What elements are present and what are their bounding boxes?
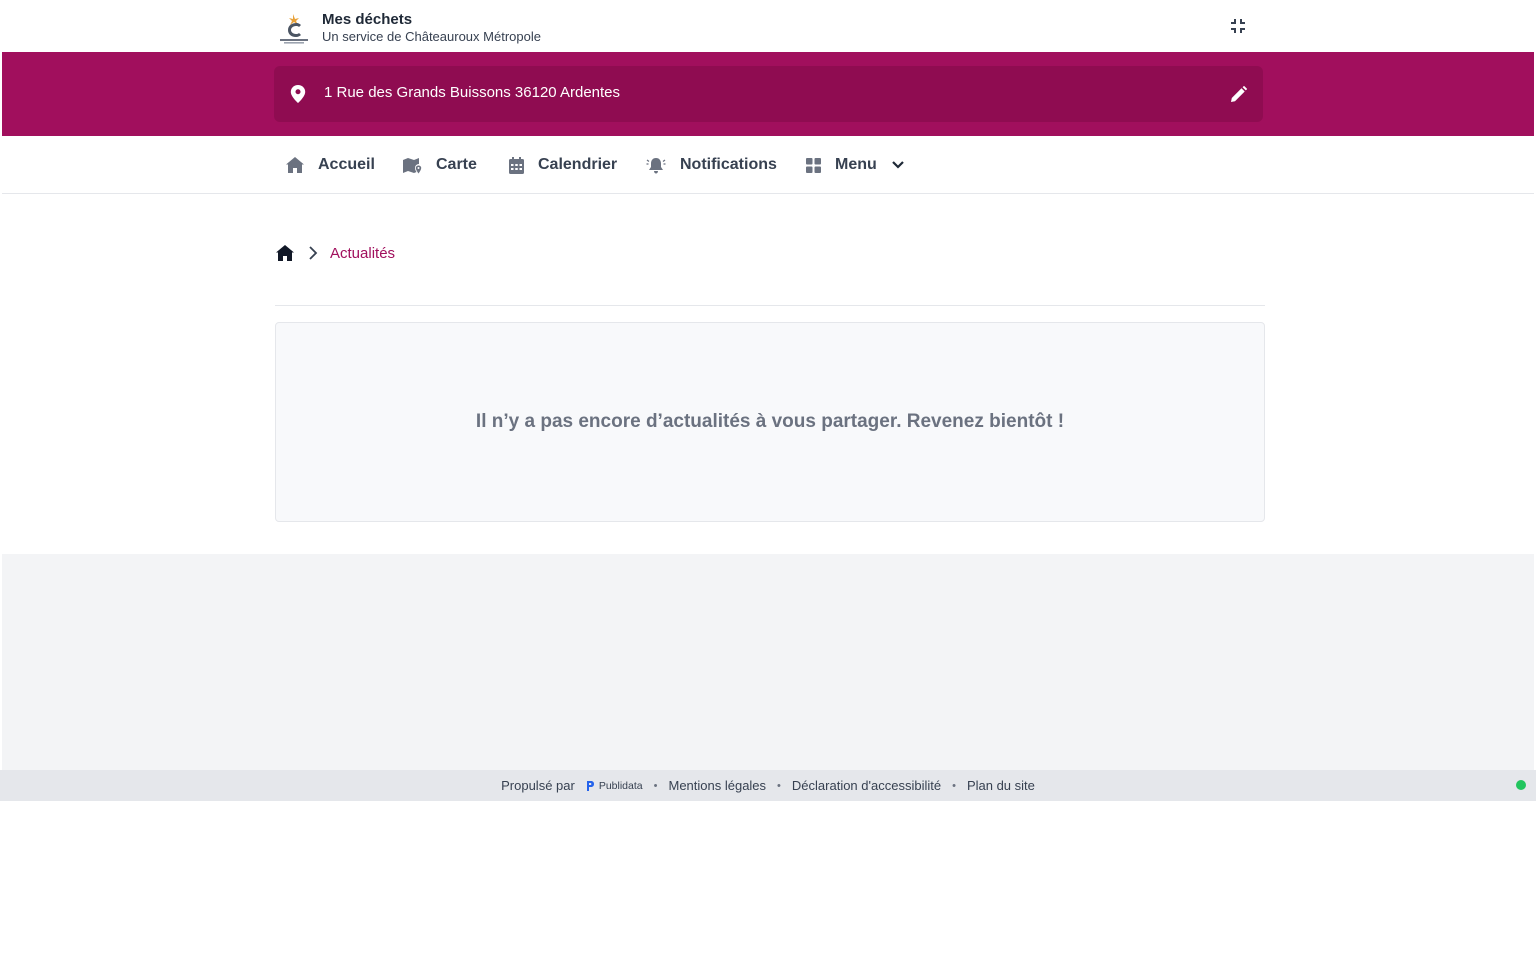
powered-by: Propulsé par Publidata	[501, 778, 643, 793]
home-icon[interactable]	[276, 244, 294, 262]
nav-item-carte[interactable]: Carte	[403, 136, 477, 194]
compress-icon	[1231, 19, 1245, 33]
bell-icon	[646, 157, 666, 173]
map-icon	[403, 157, 422, 173]
chateauroux-logo-icon[interactable]	[276, 10, 312, 46]
publidata-link[interactable]: Publidata	[585, 780, 643, 792]
legal-notice-link[interactable]: Mentions légales	[668, 778, 766, 793]
app-subtitle: Un service de Châteauroux Métropole	[322, 29, 541, 44]
location-pin-icon	[290, 85, 306, 103]
app-frame: Mes déchets Un service de Châteauroux Mé…	[2, 2, 1534, 770]
accessibility-link[interactable]: Déclaration d'accessibilité	[792, 778, 941, 793]
chevron-right-icon	[309, 246, 318, 260]
nav-label: Calendrier	[538, 156, 618, 173]
edit-address-button[interactable]	[1226, 82, 1250, 106]
breadcrumb-current: Actualités	[330, 244, 396, 262]
publidata-logo-icon	[586, 780, 594, 791]
empty-news-card: Il n’y a pas encore d’actualités à vous …	[275, 322, 1265, 522]
grid-icon	[806, 157, 821, 173]
nav-label: Carte	[436, 156, 477, 173]
home-icon	[286, 157, 304, 173]
nav-label: Notifications	[680, 156, 777, 173]
breadcrumb: Actualités	[276, 242, 395, 264]
address-selector[interactable]: 1 Rue des Grands Buissons 36120 Ardentes	[274, 66, 1263, 122]
nav-item-notifications[interactable]: Notifications	[646, 136, 777, 194]
powered-by-label: Propulsé par	[501, 778, 575, 793]
pencil-icon	[1230, 85, 1247, 102]
publidata-label: Publidata	[598, 779, 643, 792]
app-title: Mes déchets	[322, 11, 413, 28]
current-address: 1 Rue des Grands Buissons 36120 Ardentes	[324, 84, 621, 101]
nav-item-accueil[interactable]: Accueil	[286, 136, 375, 194]
nav-item-calendrier[interactable]: Calendrier	[509, 136, 617, 194]
sitemap-link[interactable]: Plan du site	[967, 778, 1035, 793]
exit-fullscreen-button[interactable]	[1226, 14, 1250, 38]
chevron-down-icon	[892, 161, 904, 169]
empty-news-message: Il n’y a pas encore d’actualités à vous …	[475, 411, 1065, 432]
main-nav: Accueil Carte Calendrier Notifications M…	[2, 136, 1534, 194]
calendar-icon	[509, 156, 524, 174]
footer-separator: •	[952, 779, 956, 792]
page-background-area	[2, 554, 1534, 770]
footer-separator: •	[777, 779, 781, 792]
nav-item-menu[interactable]: Menu	[806, 136, 905, 194]
section-divider	[275, 305, 1265, 306]
top-header: Mes déchets Un service de Châteauroux Mé…	[2, 2, 1534, 52]
footer: Propulsé par Publidata • Mentions légale…	[0, 770, 1536, 801]
footer-separator: •	[653, 779, 658, 792]
nav-label: Accueil	[318, 156, 375, 173]
nav-label: Menu	[835, 156, 877, 173]
address-banner: 1 Rue des Grands Buissons 36120 Ardentes	[2, 52, 1534, 136]
status-indicator	[1516, 780, 1526, 790]
